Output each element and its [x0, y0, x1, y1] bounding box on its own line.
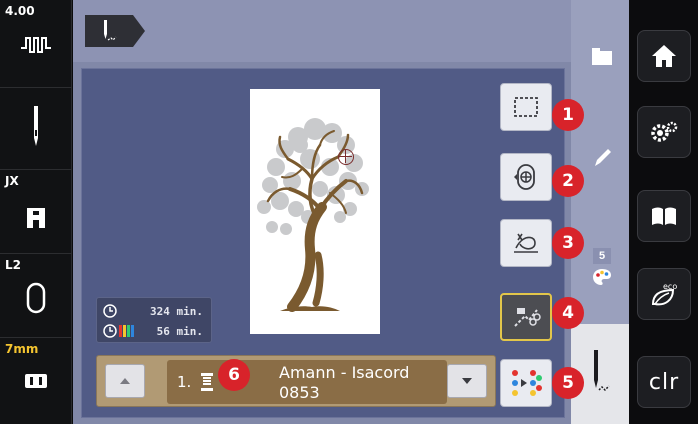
eco-button[interactable]: eco: [637, 268, 691, 320]
clear-button[interactable]: clr: [637, 356, 691, 408]
status-sidebar: 4.00 JX L2 7mm: [0, 0, 72, 424]
embroider-tab-button[interactable]: [85, 15, 145, 47]
main-panel: 5 1 2 3 4 5 324 min. 56 min. 1. Amann - …: [73, 0, 629, 424]
embroidery-work-area[interactable]: 1 2 3 4 5 324 min. 56 min. 1. Amann - Is…: [81, 68, 584, 418]
edit-pencil-icon[interactable]: [593, 146, 613, 168]
arrow-up-icon: [120, 378, 130, 384]
color-bars-icon: [119, 325, 134, 337]
callout-badge-5: 5: [552, 367, 584, 399]
embroidery-needle-icon: [594, 350, 610, 392]
home-icon: [652, 45, 676, 67]
color-count-badge: 5: [593, 248, 611, 264]
move-needle-button[interactable]: [500, 219, 552, 267]
stitch-width-cell[interactable]: 4.00: [0, 0, 72, 88]
callout-badge-1: 1: [552, 99, 584, 131]
total-time-row: 324 min.: [103, 301, 209, 321]
arrow-down-icon: [462, 378, 472, 384]
right-nav-bar: eco clr: [630, 0, 698, 424]
color-index: 1.: [177, 373, 192, 391]
callout-badge-3: 3: [552, 227, 584, 259]
gears-icon: [651, 121, 678, 142]
thread-info-panel[interactable]: 1. Amann - Isacord 0853: [167, 360, 447, 404]
thread-cutting-button[interactable]: [500, 293, 552, 341]
folder-icon[interactable]: [591, 46, 613, 66]
check-size-icon: [514, 164, 535, 190]
home-button[interactable]: [637, 30, 691, 82]
presser-foot-icon: [0, 206, 72, 230]
eco-leaf-icon: eco: [651, 282, 677, 306]
needle-small-icon: [104, 20, 117, 41]
thread-tension-icon: [0, 34, 72, 56]
stitch-plate-cell[interactable]: L2: [0, 254, 72, 338]
tutorial-button[interactable]: [637, 190, 691, 242]
clr-label: clr: [648, 369, 680, 395]
callout-badge-2: 2: [552, 165, 584, 197]
clock-icon: [103, 304, 117, 318]
color-palette-icon[interactable]: [592, 268, 612, 286]
remaining-time-row: 56 min.: [103, 321, 209, 341]
thread-cut-icon: [514, 308, 541, 327]
callout-badge-4: 4: [552, 297, 584, 329]
side-column: 5: [571, 0, 629, 424]
presser-foot-label: JX: [5, 174, 19, 188]
hoop-icon: [0, 372, 72, 390]
book-icon: [652, 207, 676, 225]
move-hoop-button[interactable]: [500, 83, 552, 131]
needle-position-crosshair: [338, 149, 354, 165]
stitch-width-value: 4.00: [5, 4, 35, 18]
hoop-size-label: 7mm: [5, 342, 39, 356]
embroidery-screen: 4.00 JX L2 7mm 5 1 2 3 4 5 324 min. 56 m…: [0, 0, 698, 424]
stitch-plate-label: L2: [5, 258, 21, 272]
color-dots-icon: [512, 370, 542, 396]
thread-color-bar: 1. Amann - Isacord 0853: [96, 355, 496, 407]
top-strip: [73, 0, 629, 62]
thread-brand: Amann - Isacord: [279, 363, 410, 382]
stitch-path-icon: [514, 233, 538, 253]
needle-cell[interactable]: [0, 88, 72, 170]
setup-button[interactable]: [637, 106, 691, 158]
thread-number: 0853: [279, 383, 320, 402]
tree-design-image: [257, 118, 369, 312]
callout-badge-6: 6: [218, 359, 250, 391]
thread-spool-icon: [201, 373, 213, 391]
needle-icon: [0, 106, 72, 146]
stitch-plate-icon: [0, 282, 72, 314]
clock-icon: [103, 324, 117, 338]
color-resequence-button[interactable]: [500, 359, 552, 407]
frame-outline-icon: [514, 97, 538, 117]
embroidery-time-panel: 324 min. 56 min.: [96, 297, 212, 343]
check-size-button[interactable]: [500, 153, 552, 201]
total-time-value: 324 min.: [150, 304, 203, 318]
hoop-cell[interactable]: 7mm: [0, 338, 72, 424]
next-color-button[interactable]: [447, 364, 487, 398]
remaining-time-value: 56 min.: [156, 324, 203, 338]
previous-color-button[interactable]: [105, 364, 145, 398]
hoop-preview[interactable]: [250, 89, 380, 334]
presser-foot-cell[interactable]: JX: [0, 170, 72, 254]
